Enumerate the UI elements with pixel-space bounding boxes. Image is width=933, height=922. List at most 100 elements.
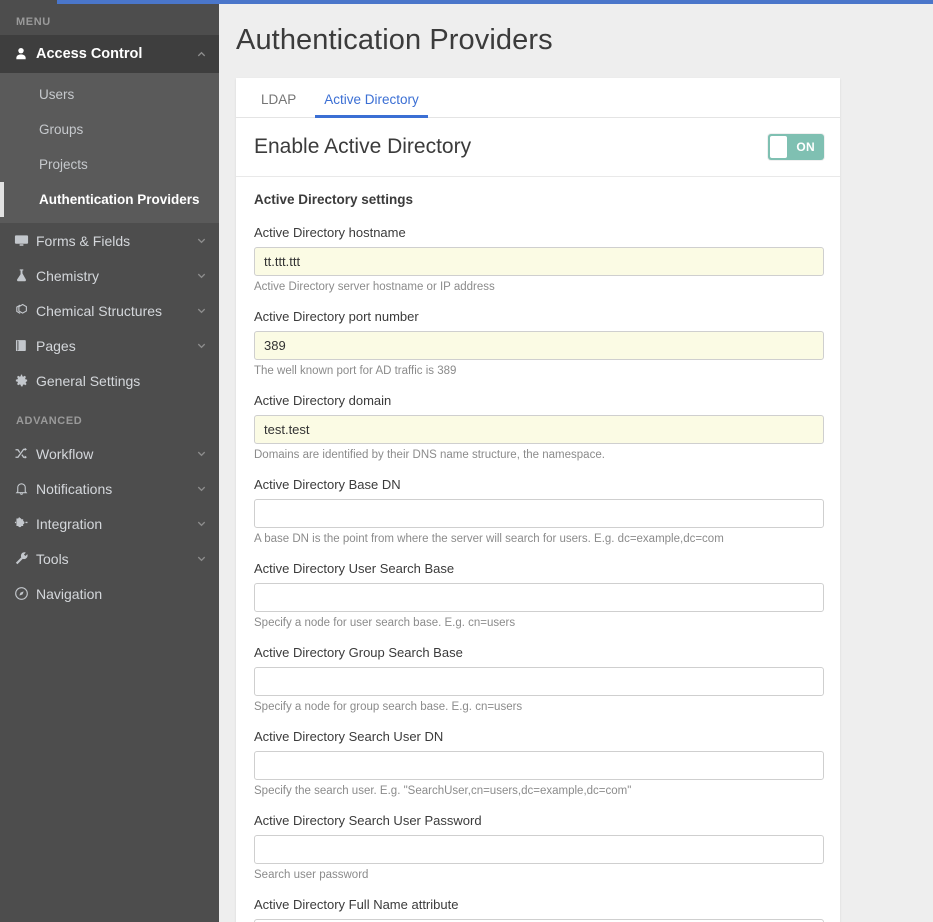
sidebar-item-label: General Settings [36, 373, 140, 389]
chevron-down-icon[interactable] [195, 235, 207, 247]
sidebar-item-integration[interactable]: Integration [0, 506, 219, 541]
field-help-text: Specify a node for user search base. E.g… [254, 617, 824, 629]
field-label: Active Directory User Search Base [254, 561, 824, 576]
sidebar-item-label: Workflow [36, 446, 93, 462]
sidebar-subitem-users[interactable]: Users [0, 77, 219, 112]
sidebar-subitem-label: Projects [39, 157, 88, 172]
sidebar-item-forms-and-fields[interactable]: Forms & Fields [0, 223, 219, 258]
field-help-text: Domains are identified by their DNS name… [254, 449, 824, 461]
compass-icon [14, 586, 36, 602]
ad-user-search-base-input[interactable] [254, 583, 824, 612]
field-ad-full-name-attribute: Active Directory Full Name attribute [254, 897, 824, 922]
field-label: Active Directory Full Name attribute [254, 897, 824, 912]
sidebar: MENU Access Control Users Groups [0, 0, 219, 922]
sidebar-item-label: Chemical Structures [36, 303, 162, 319]
chevron-down-icon[interactable] [195, 448, 207, 460]
ad-port-number-input[interactable] [254, 331, 824, 360]
field-label: Active Directory Group Search Base [254, 645, 824, 660]
enable-active-directory-toggle[interactable]: ON [768, 134, 824, 160]
main-content: Authentication Providers LDAP Active Dir… [219, 0, 933, 922]
toggle-knob [770, 136, 787, 158]
sidebar-item-label: Notifications [36, 481, 112, 497]
sidebar-item-navigation[interactable]: Navigation [0, 576, 219, 611]
sidebar-item-general-settings[interactable]: General Settings [0, 363, 219, 398]
field-ad-user-search-base: Active Directory User Search Base Specif… [254, 561, 824, 629]
sidebar-subitem-label: Users [39, 87, 74, 102]
flask-icon [14, 268, 36, 284]
sidebar-item-workflow[interactable]: Workflow [0, 436, 219, 471]
chevron-up-icon[interactable] [195, 48, 207, 60]
sidebar-subitem-groups[interactable]: Groups [0, 112, 219, 147]
sidebar-item-notifications[interactable]: Notifications [0, 471, 219, 506]
enable-active-directory-row: Enable Active Directory ON [236, 118, 840, 177]
field-label: Active Directory domain [254, 393, 824, 408]
field-help-text: Specify the search user. E.g. "SearchUse… [254, 785, 824, 797]
user-icon [14, 46, 36, 62]
book-icon [14, 338, 36, 354]
chevron-down-icon[interactable] [195, 340, 207, 352]
sidebar-item-label: Access Control [36, 46, 142, 62]
tab-active-directory[interactable]: Active Directory [315, 92, 428, 117]
field-label: Active Directory Search User Password [254, 813, 824, 828]
tab-ldap[interactable]: LDAP [252, 92, 305, 117]
benzene-ring-icon [14, 303, 36, 319]
sidebar-item-label: Forms & Fields [36, 233, 130, 249]
sidebar-section-menu-label: MENU [0, 0, 219, 35]
sidebar-subitem-label: Groups [39, 122, 83, 137]
ad-search-user-dn-input[interactable] [254, 751, 824, 780]
bell-icon [14, 481, 36, 497]
sidebar-submenu-access-control: Users Groups Projects Authentication Pro… [0, 73, 219, 223]
ad-search-user-password-input[interactable] [254, 835, 824, 864]
field-help-text: Specify a node for group search base. E.… [254, 701, 824, 713]
shuffle-icon [14, 446, 36, 462]
toggle-state-label: ON [796, 140, 824, 154]
sidebar-item-label: Pages [36, 338, 76, 354]
sidebar-subitem-authentication-providers[interactable]: Authentication Providers [0, 182, 219, 217]
ad-domain-input[interactable] [254, 415, 824, 444]
field-label: Active Directory Search User DN [254, 729, 824, 744]
field-help-text: A base DN is the point from where the se… [254, 533, 824, 545]
settings-heading: Active Directory settings [254, 192, 824, 207]
sidebar-section-advanced-label: ADVANCED [0, 398, 219, 436]
tab-label: LDAP [261, 92, 296, 107]
sidebar-item-chemistry[interactable]: Chemistry [0, 258, 219, 293]
app-root: MENU Access Control Users Groups [0, 0, 933, 922]
sidebar-item-label: Chemistry [36, 268, 99, 284]
active-directory-settings-form: Active Directory settings Active Directo… [236, 177, 840, 922]
tab-bar: LDAP Active Directory [236, 78, 840, 118]
chevron-down-icon[interactable] [195, 553, 207, 565]
ad-hostname-input[interactable] [254, 247, 824, 276]
sidebar-item-pages[interactable]: Pages [0, 328, 219, 363]
sidebar-item-chemical-structures[interactable]: Chemical Structures [0, 293, 219, 328]
ad-group-search-base-input[interactable] [254, 667, 824, 696]
chevron-down-icon[interactable] [195, 518, 207, 530]
sidebar-subitem-projects[interactable]: Projects [0, 147, 219, 182]
field-help-text: Search user password [254, 869, 824, 881]
field-ad-base-dn: Active Directory Base DN A base DN is th… [254, 477, 824, 545]
page-title: Authentication Providers [219, 0, 933, 57]
settings-card: LDAP Active Directory Enable Active Dire… [236, 78, 840, 922]
sidebar-subitem-label: Authentication Providers [39, 192, 200, 207]
field-ad-search-user-dn: Active Directory Search User DN Specify … [254, 729, 824, 797]
field-ad-group-search-base: Active Directory Group Search Base Speci… [254, 645, 824, 713]
sidebar-item-access-control[interactable]: Access Control [0, 35, 219, 73]
field-help-text: The well known port for AD traffic is 38… [254, 365, 824, 377]
field-label: Active Directory port number [254, 309, 824, 324]
sidebar-item-label: Tools [36, 551, 69, 567]
chevron-down-icon[interactable] [195, 483, 207, 495]
enable-active-directory-label: Enable Active Directory [254, 135, 471, 159]
field-ad-port-number: Active Directory port number The well kn… [254, 309, 824, 377]
sidebar-item-label: Integration [36, 516, 102, 532]
tab-label: Active Directory [324, 92, 419, 107]
field-help-text: Active Directory server hostname or IP a… [254, 281, 824, 293]
field-ad-domain: Active Directory domain Domains are iden… [254, 393, 824, 461]
field-label: Active Directory Base DN [254, 477, 824, 492]
monitor-icon [14, 233, 36, 249]
page-loading-bar [57, 0, 933, 4]
sidebar-item-tools[interactable]: Tools [0, 541, 219, 576]
chevron-down-icon[interactable] [195, 305, 207, 317]
chevron-down-icon[interactable] [195, 270, 207, 282]
gear-icon [14, 373, 36, 389]
ad-base-dn-input[interactable] [254, 499, 824, 528]
sidebar-item-label: Navigation [36, 586, 102, 602]
